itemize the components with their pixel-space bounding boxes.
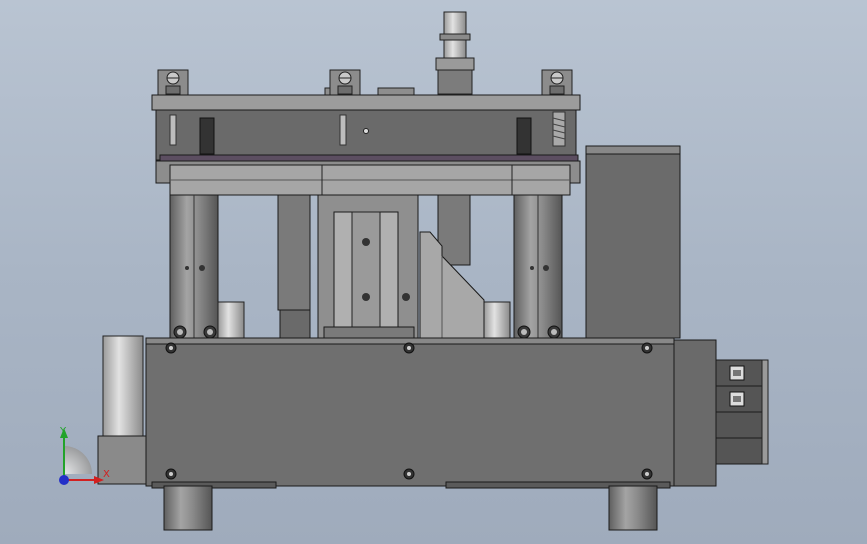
linear-slide [317, 194, 419, 339]
purple-plate [159, 154, 579, 162]
side-cylinder [102, 335, 144, 437]
top-block-right [377, 87, 415, 96]
mid-beam [169, 164, 571, 196]
cad-viewport[interactable]: Y X [0, 0, 867, 544]
triad-y-label: Y [59, 426, 67, 437]
clamp-bracket-right [541, 69, 573, 97]
base-block [145, 337, 675, 489]
top-nozzle [435, 11, 475, 95]
foot-right [608, 485, 658, 531]
side-box [585, 145, 681, 339]
triad-x-label: X [103, 469, 110, 480]
clamp-bracket-center [329, 69, 361, 97]
top-plate [151, 94, 581, 161]
triad-plane [64, 446, 92, 474]
right-post [437, 194, 471, 266]
clamp-bracket-left [157, 69, 189, 97]
triad-z-axis [59, 475, 69, 485]
left-post [277, 194, 311, 311]
small-cylinder-left [217, 301, 245, 339]
small-cylinder-right [483, 301, 511, 339]
left-post-foot [279, 309, 311, 339]
foot-left [163, 485, 213, 531]
guide-rod-left [169, 194, 219, 339]
valve-stack [673, 339, 769, 487]
guide-rod-right [513, 194, 563, 339]
machine-drawing: Y X [59, 11, 769, 531]
